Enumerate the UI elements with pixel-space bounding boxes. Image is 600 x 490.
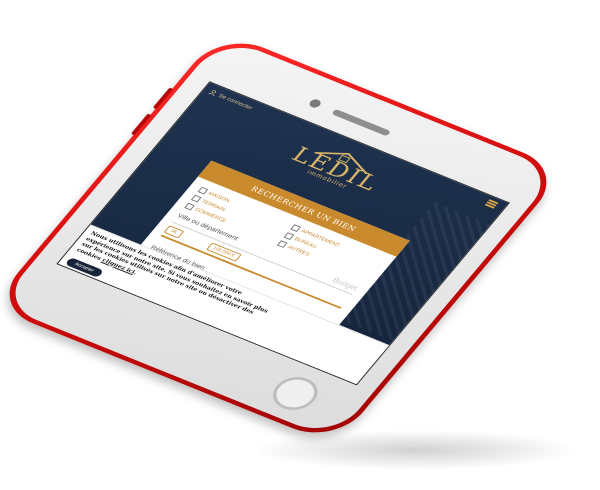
speaker-grille	[331, 108, 392, 137]
home-button	[264, 371, 326, 416]
phone-shadow	[250, 430, 580, 470]
checkbox-icon	[283, 232, 295, 240]
checkbox-icon	[276, 240, 288, 248]
front-camera-icon	[307, 98, 323, 110]
checkbox-icon	[190, 194, 202, 203]
checkbox-icon	[197, 186, 209, 195]
checkbox-icon	[290, 224, 301, 232]
checkbox-icon	[184, 202, 195, 211]
smartphone: Se connecter LEDIL immobilier RECHERCHER…	[0, 30, 567, 446]
product-mockup: Se connecter LEDIL immobilier RECHERCHER…	[0, 0, 600, 490]
phone-front: Se connecter LEDIL immobilier RECHERCHER…	[0, 36, 559, 440]
budget-label: Budget	[330, 276, 360, 293]
phone-screen: Se connecter LEDIL immobilier RECHERCHER…	[56, 81, 511, 386]
